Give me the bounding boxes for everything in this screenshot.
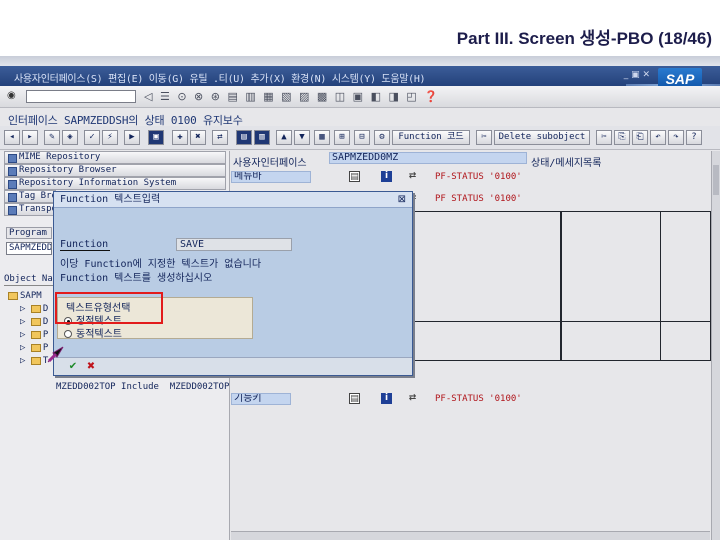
menu-items[interactable]: 사용자인터페이스(S) 편집(E) 이동(G) 유틸 .티(U) 추가(X) 환… <box>14 70 426 85</box>
cut-button[interactable]: ✂ <box>596 130 612 145</box>
where-used-button[interactable]: ▣ <box>148 130 164 145</box>
tree-root-label: SAPM <box>20 291 42 301</box>
function-text-dialog: Function 텍스트입력 ⊠ Function SAVE 이당 Functi… <box>53 191 413 376</box>
confirm-button[interactable]: ✔ <box>66 360 80 373</box>
move-down-button[interactable]: ▼ <box>294 130 310 145</box>
enter-icon[interactable]: ◉ <box>7 90 16 101</box>
forward-button[interactable]: ▸ <box>22 130 38 145</box>
tree-item-3-label: P <box>42 330 49 340</box>
stage: Part III. Screen 생성-PBO (18/46) 사용자인터페이스… <box>0 0 720 540</box>
vertical-scrollbar[interactable] <box>711 151 720 540</box>
tree-item-2-label: D <box>42 317 49 327</box>
folder-icon <box>30 330 41 339</box>
cancel-button[interactable]: ✖ <box>84 360 98 373</box>
function-keys-status: PF-STATUS '0100' <box>435 394 522 404</box>
tree-item-2[interactable]: ▷ D <box>20 317 48 330</box>
tree-button[interactable]: ⊞ <box>334 130 350 145</box>
ui-label: 사용자인터페이스 <box>233 158 307 169</box>
dynamic-text-option[interactable]: 동적텍스트 <box>64 325 122 340</box>
other-object-button[interactable]: ✎ <box>44 130 60 145</box>
tree-item-4[interactable]: ▷ P <box>20 343 48 356</box>
split-button[interactable]: ▥ <box>254 130 270 145</box>
menu-bar: 사용자인터페이스(S) 편집(E) 이동(G) 유틸 .티(U) 추가(X) 환… <box>0 66 720 86</box>
move-up-button[interactable]: ▲ <box>276 130 292 145</box>
dialog-footer: ✔ ✖ <box>54 357 412 375</box>
document-icon[interactable]: ▤ <box>349 393 360 404</box>
message-line-1: 이당 Function에 지정한 텍스트가 없습니다 <box>60 259 262 270</box>
folder-icon <box>30 356 41 365</box>
standard-toolbar: ◉ ◁ ☰ ⊙ ⊗ ⊛ ▤ ▥ ▦ ▧ ▨ ▩ ◫ ▣ ◧ ◨ ◰ ❓ <box>0 86 720 108</box>
program-type-label[interactable]: Program <box>6 227 52 239</box>
nav-header-repo-info[interactable]: Repository Information System <box>4 177 226 190</box>
object-name-header: Object Na <box>4 274 59 286</box>
function-keys-label[interactable]: 기능키 <box>231 393 291 405</box>
toggle-button[interactable]: ⇄ <box>212 130 228 145</box>
function-code-icon[interactable]: ⚙ <box>374 130 390 145</box>
menubar-status: PF-STATUS '0100' <box>435 172 522 182</box>
undo-button[interactable]: ↶ <box>650 130 666 145</box>
nav-header-tag[interactable]: Tag Browser <box>4 190 56 203</box>
display-change-button[interactable]: ◈ <box>62 130 78 145</box>
redo-button[interactable]: ↷ <box>668 130 684 145</box>
delete-subobject-button[interactable]: Delete subobject <box>494 130 590 145</box>
hierarchy-button[interactable]: ▤ <box>236 130 252 145</box>
network-icon[interactable]: ⇄ <box>407 393 418 404</box>
tree-item-5[interactable]: ▷ T <box>20 356 48 369</box>
dynamic-text-label: 동적텍스트 <box>76 329 122 340</box>
folder-icon <box>30 343 41 352</box>
expand-button[interactable]: ⊟ <box>354 130 370 145</box>
network-icon[interactable]: ⇄ <box>407 171 418 182</box>
nav-header-mime[interactable]: MIME Repository <box>4 151 226 164</box>
ui-value-field[interactable]: SAPMZEDD0MZ <box>329 152 527 164</box>
scroll-thumb[interactable] <box>713 165 719 195</box>
delete-subobject-icon[interactable]: ✂ <box>476 130 492 145</box>
folder-icon <box>30 317 41 326</box>
horizontal-scrollbar[interactable] <box>231 531 710 540</box>
tree-item-1-label: D <box>42 304 49 314</box>
document-icon[interactable]: ▤ <box>349 171 360 182</box>
doc-button[interactable]: ▦ <box>314 130 330 145</box>
close-icon[interactable]: ⊠ <box>398 194 406 205</box>
window-controls[interactable]: _ ▣ ✕ <box>624 70 650 80</box>
sap-window: 사용자인터페이스(S) 편집(E) 이동(G) 유틸 .티(U) 추가(X) 환… <box>0 66 720 540</box>
function-code-field[interactable]: SAVE <box>176 238 292 251</box>
nav-header-transport[interactable]: Transport Organizer <box>4 203 56 216</box>
tree-item-3[interactable]: ▷ P <box>20 330 48 343</box>
info-icon[interactable]: i <box>381 393 392 404</box>
menubar-label[interactable]: 메뉴바 <box>231 171 311 183</box>
function-code-button[interactable]: Function 코드 <box>392 130 470 145</box>
tree-item-1[interactable]: ▷ D <box>20 304 48 317</box>
paste-button[interactable]: ⎗ <box>632 130 648 145</box>
nav-header-repo-browser[interactable]: Repository Browser <box>4 164 226 177</box>
message-line-2: Function 텍스트를 생성하십시오 <box>60 273 213 284</box>
command-field[interactable] <box>26 90 136 103</box>
application-toolbar: ◂ ▸ ✎ ◈ ✓ ⚡ ▶ ▣ ✚ ✖ ⇄ ▤ ▥ ▲ ▼ ▦ ⊞ ⊟ ⚙ Fu… <box>0 126 720 150</box>
radio-unselected-icon[interactable] <box>64 330 72 338</box>
delete-button[interactable]: ✖ <box>190 130 206 145</box>
check-button[interactable]: ✓ <box>84 130 100 145</box>
dialog-title: Function 텍스트입력 <box>54 192 412 208</box>
folder-icon <box>30 304 41 313</box>
help-button[interactable]: ? <box>686 130 702 145</box>
test-button[interactable]: ▶ <box>124 130 140 145</box>
function-label: Function <box>60 239 110 251</box>
program-name-field[interactable]: SAPMZEDD <box>6 242 52 255</box>
mouse-cursor-icon <box>47 346 64 363</box>
folder-icon <box>8 291 18 300</box>
status-list-label: 상태/메세지목록 <box>531 158 602 169</box>
tree-root[interactable]: SAPM <box>8 291 42 304</box>
highlight-box <box>55 292 163 324</box>
copy-button[interactable]: ⎘ <box>614 130 630 145</box>
info-icon[interactable]: i <box>381 171 392 182</box>
slide-title: Part III. Screen 생성-PBO (18/46) <box>456 29 712 48</box>
activate-button[interactable]: ⚡ <box>102 130 118 145</box>
row3-status: PF STATUS '0100' <box>435 194 522 204</box>
back-button[interactable]: ◂ <box>4 130 20 145</box>
insert-button[interactable]: ✚ <box>172 130 188 145</box>
toolbar-icons[interactable]: ◁ ☰ ⊙ ⊗ ⊛ ▤ ▥ ▦ ▧ ▨ ▩ ◫ ▣ ◧ ◨ ◰ ❓ <box>144 90 440 103</box>
grid-box <box>411 321 711 361</box>
